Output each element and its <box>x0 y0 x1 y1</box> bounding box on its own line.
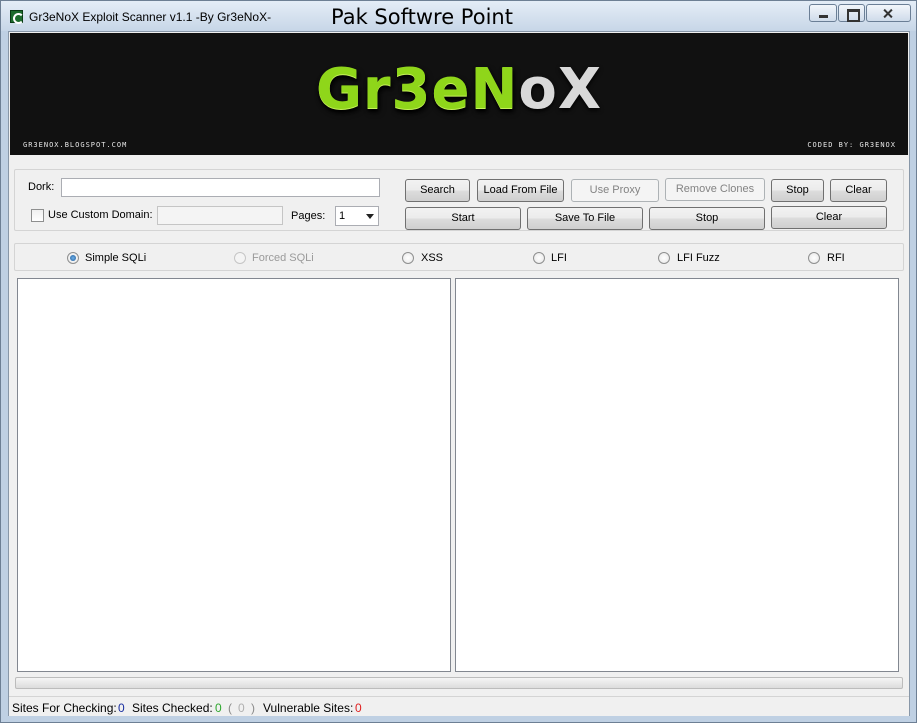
sites-checked-count: 0 <box>215 701 222 715</box>
watermark-text: Pak Softwre Point <box>331 5 513 29</box>
sites-for-checking-count: 0 <box>118 701 125 715</box>
sites-for-checking-label: Sites For Checking: <box>12 701 117 715</box>
radio-xss-label: XSS <box>421 252 444 264</box>
custom-domain-checkbox[interactable] <box>31 209 44 222</box>
clear-results-button[interactable]: Clear <box>771 206 887 229</box>
status-bar: Sites For Checking: 0 Sites Checked: 0 (… <box>9 696 909 716</box>
pages-select[interactable]: 1 <box>335 206 379 226</box>
banner-logo: Gr3eNoX <box>10 57 908 122</box>
window-title: Gr3eNoX Exploit Scanner v1.1 -By Gr3eNoX… <box>29 10 272 24</box>
dork-label: Dork: <box>28 181 55 193</box>
search-button[interactable]: Search <box>405 179 470 202</box>
client-area: Gr3eNoX GR3ENOX.BLOGSPOT.COM CODED BY: G… <box>8 31 910 716</box>
app-icon[interactable] <box>10 10 24 24</box>
banner-url: GR3ENOX.BLOGSPOT.COM <box>23 141 128 149</box>
minimize-button[interactable] <box>809 4 837 22</box>
radio-lfi-label: LFI <box>551 252 567 264</box>
close-button[interactable] <box>866 4 911 22</box>
custom-domain-label: Use Custom Domain: <box>48 209 153 221</box>
radio-lfi-fuzz-label: LFI Fuzz <box>677 252 720 264</box>
search-panel: Dork: Use Custom Domain: Pages: 1 Search… <box>14 169 904 231</box>
stop-scan-button[interactable]: Stop <box>649 207 765 230</box>
header-banner: Gr3eNoX GR3ENOX.BLOGSPOT.COM CODED BY: G… <box>10 33 908 155</box>
radio-rfi[interactable] <box>808 252 820 264</box>
paren-close: ) <box>251 701 255 715</box>
sites-checked-sub-count: 0 <box>238 701 245 715</box>
scan-progress-bar <box>15 677 903 689</box>
start-button[interactable]: Start <box>405 207 521 230</box>
stop-search-button[interactable]: Stop <box>771 179 824 202</box>
sites-checked-label: Sites Checked: <box>132 701 213 715</box>
pages-label: Pages: <box>291 210 326 222</box>
radio-simple-sqli-label: Simple SQLi <box>85 252 147 264</box>
results-list[interactable] <box>455 278 899 672</box>
radio-simple-sqli[interactable] <box>67 252 79 264</box>
title-bar[interactable]: Gr3eNoX Exploit Scanner v1.1 -By Gr3eNoX… <box>1 1 916 31</box>
radio-forced-sqli[interactable] <box>234 252 246 264</box>
scan-mode-panel: Simple SQLi Forced SQLi XSS LFI LFI Fuzz… <box>14 243 904 271</box>
clear-search-button[interactable]: Clear <box>830 179 887 202</box>
pages-value: 1 <box>339 210 346 222</box>
radio-forced-sqli-label: Forced SQLi <box>252 252 314 264</box>
maximize-button[interactable] <box>838 4 865 22</box>
banner-credit: CODED BY: GR3ENOX <box>807 141 896 149</box>
save-to-file-button[interactable]: Save To File <box>527 207 643 230</box>
custom-domain-input[interactable] <box>157 206 283 225</box>
dork-input[interactable] <box>61 178 380 197</box>
remove-clones-button[interactable]: Remove Clones <box>665 178 765 201</box>
load-from-file-button[interactable]: Load From File <box>477 179 564 202</box>
use-proxy-button[interactable]: Use Proxy <box>571 179 659 202</box>
app-window: Gr3eNoX Exploit Scanner v1.1 -By Gr3eNoX… <box>0 0 917 723</box>
vulnerable-sites-label: Vulnerable Sites: <box>263 701 354 715</box>
radio-lfi[interactable] <box>533 252 545 264</box>
vulnerable-sites-count: 0 <box>355 701 362 715</box>
chevron-down-icon <box>366 214 374 219</box>
radio-rfi-label: RFI <box>827 252 845 264</box>
sites-list[interactable] <box>17 278 451 672</box>
banner-logo-tail: oX <box>518 57 603 122</box>
banner-logo-main: Gr3eN <box>315 57 519 122</box>
paren-open: ( <box>228 701 232 715</box>
radio-xss[interactable] <box>402 252 414 264</box>
radio-lfi-fuzz[interactable] <box>658 252 670 264</box>
